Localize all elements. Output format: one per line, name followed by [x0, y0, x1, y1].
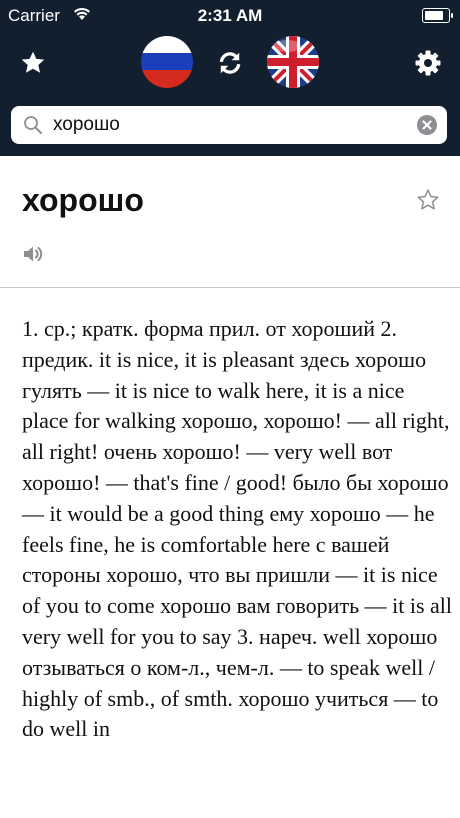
search-input[interactable]: [53, 111, 408, 139]
uk-flag-icon[interactable]: [267, 36, 319, 88]
status-time: 2:31 AM: [197, 6, 263, 25]
add-favorite-star-icon[interactable]: [416, 188, 440, 212]
russian-flag-icon[interactable]: [141, 36, 193, 88]
battery-icon: [422, 8, 453, 23]
search-bar[interactable]: [11, 106, 447, 144]
headword: хорошо: [22, 182, 144, 218]
top-bar: Carrier 2:31 AM: [0, 0, 460, 156]
speaker-icon[interactable]: [22, 243, 44, 265]
status-bar: Carrier 2:31 AM: [0, 0, 460, 32]
divider: [0, 287, 460, 288]
search-icon: [23, 115, 43, 135]
settings-gear-icon[interactable]: [413, 48, 443, 78]
definition-text: 1. ср.; кратк. форма прил. от хороший 2.…: [22, 316, 452, 742]
clear-search-icon[interactable]: [417, 115, 437, 135]
favorites-star-icon[interactable]: [20, 50, 46, 76]
swap-languages-icon[interactable]: [217, 50, 243, 76]
